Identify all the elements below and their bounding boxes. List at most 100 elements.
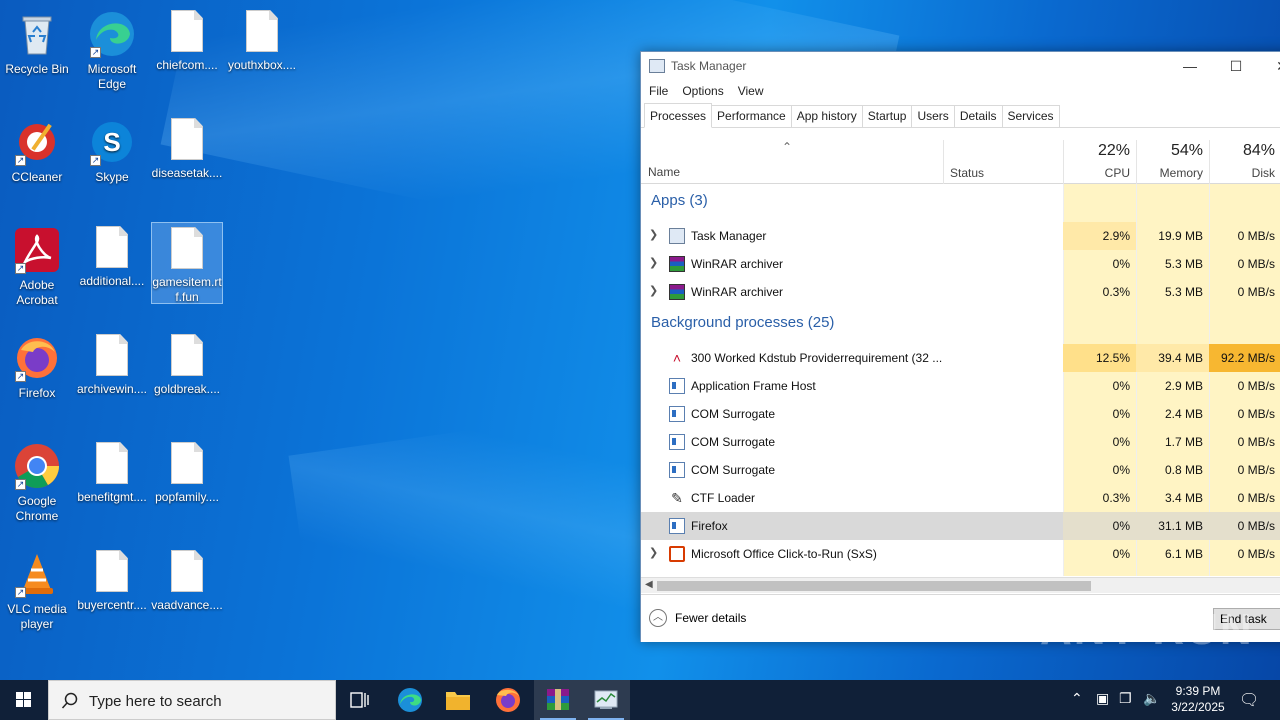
desktop-file-chiefcom[interactable]: chiefcom.... [151, 6, 223, 73]
taskbar-edge[interactable] [386, 680, 434, 720]
chevron-right-icon[interactable]: ❯ [649, 256, 658, 269]
process-disk: 0 MB/s [1237, 285, 1275, 299]
table-row[interactable]: ˄ 300 Worked Kdstub Providerrequirement … [641, 344, 1280, 372]
menu-view[interactable]: View [738, 84, 764, 98]
column-memory-label: Memory [1159, 166, 1203, 180]
tab-app-history[interactable]: App history [790, 105, 863, 127]
network-icon[interactable]: ❐ [1119, 690, 1132, 707]
minimize-button[interactable]: — [1167, 52, 1213, 80]
desktop-icon-skype[interactable]: S ↗ Skype [76, 114, 148, 185]
volume-icon[interactable]: 🔈 [1143, 690, 1160, 707]
desktop-file-vaadvance[interactable]: vaadvance.... [151, 546, 223, 613]
svg-text:S: S [103, 127, 120, 157]
winrar-icon [669, 284, 685, 300]
desktop-file-goldbreak[interactable]: goldbreak.... [151, 330, 223, 397]
taskbar: Type here to search ⌃ ▣ ❐ 🔈 9:39 PM 3/22… [0, 680, 1280, 720]
task-view-button[interactable] [336, 680, 384, 720]
desktop-icon-vlc[interactable]: ↗ VLC media player [1, 546, 73, 632]
column-cpu[interactable]: 22% CPU [1063, 140, 1136, 184]
start-button[interactable] [0, 680, 48, 720]
menu-options[interactable]: Options [682, 84, 723, 98]
desktop-icon-firefox[interactable]: ↗ Firefox [1, 330, 73, 401]
table-row[interactable]: ❯ Task Manager 2.9% 19.9 MB 0 MB/s [641, 222, 1280, 250]
chevron-up-icon[interactable]: ⌃ [1071, 690, 1083, 707]
menu-file[interactable]: File [649, 84, 668, 98]
chevron-right-icon[interactable]: ❯ [649, 546, 658, 559]
table-row[interactable]: ❯ WinRAR archiver 0% 5.3 MB 0 MB/s [641, 250, 1280, 278]
file-icon [96, 334, 128, 376]
desktop-file-benefitgmt[interactable]: benefitgmt.... [76, 438, 148, 505]
table-row[interactable]: ❯ WinRAR archiver 0.3% 5.3 MB 0 MB/s [641, 278, 1280, 306]
process-cpu: 0% [1063, 512, 1136, 540]
file-icon [171, 10, 203, 52]
taskbar-winrar[interactable] [534, 680, 582, 720]
window-process-icon [669, 518, 685, 534]
process-disk: 0 MB/s [1237, 463, 1275, 477]
window-title: Task Manager [671, 59, 747, 73]
desktop-icon-ccleaner[interactable]: ↗ CCleaner [1, 114, 73, 185]
process-memory: 3.4 MB [1164, 491, 1203, 505]
column-disk[interactable]: 84% Disk [1209, 140, 1280, 184]
desktop-icon-label: Google Chrome [15, 494, 59, 523]
taskbar-task-manager[interactable] [582, 680, 630, 720]
scrollbar-thumb[interactable] [657, 581, 1091, 591]
chevron-right-icon[interactable]: ❯ [649, 284, 658, 297]
file-icon [96, 226, 128, 268]
fewer-details-button[interactable]: ︿ Fewer details [649, 609, 746, 627]
notifications-icon[interactable]: 🗨 [1239, 690, 1259, 710]
desktop-icon-microsoft-edge[interactable]: ↗ Microsoft Edge [76, 6, 148, 92]
maximize-button[interactable]: ☐ [1213, 52, 1259, 80]
clock[interactable]: 9:39 PM 3/22/2025 [1166, 683, 1230, 715]
process-memory: 5.3 MB [1164, 257, 1203, 271]
windows-logo-icon [16, 692, 31, 707]
watermark: ANY RUN [1040, 605, 1254, 654]
horizontal-scrollbar[interactable]: ◀ [641, 577, 1280, 593]
office-icon [669, 546, 685, 562]
desktop-file-youthxbox[interactable]: youthxbox.... [226, 6, 298, 73]
desktop-file-popfamily[interactable]: popfamily.... [151, 438, 223, 505]
column-status[interactable]: Status [943, 140, 1063, 184]
close-button[interactable]: ✕ [1259, 52, 1280, 80]
desktop-file-diseasetak[interactable]: diseasetak.... [151, 114, 223, 181]
tab-bar: Processes Performance App history Startu… [641, 102, 1280, 128]
table-row[interactable]: COM Surrogate 0% 1.7 MB 0 MB/s [641, 428, 1280, 456]
desktop-icon-recycle-bin[interactable]: Recycle Bin [1, 6, 73, 77]
process-disk: 0 MB/s [1237, 491, 1275, 505]
process-cpu: 2.9% [1063, 222, 1136, 250]
column-memory[interactable]: 54% Memory [1136, 140, 1209, 184]
taskbar-firefox[interactable] [484, 680, 532, 720]
desktop-file-additional[interactable]: additional.... [76, 222, 148, 289]
table-row[interactable]: Application Frame Host 0% 2.9 MB 0 MB/s [641, 372, 1280, 400]
table-row-selected[interactable]: Firefox 0% 31.1 MB 0 MB/s [641, 512, 1280, 540]
table-row[interactable]: ❯ Microsoft Office Click-to-Run (SxS) 0%… [641, 540, 1280, 568]
process-name: COM Surrogate [691, 463, 776, 477]
process-cpu: 12.5% [1063, 344, 1136, 372]
desktop-file-archivewin[interactable]: archivewin.... [76, 330, 148, 397]
tab-startup[interactable]: Startup [861, 105, 913, 127]
desktop-file-gamesitem[interactable]: gamesitem.rtf.fun [151, 222, 223, 304]
desktop-file-buyercentr[interactable]: buyercentr.... [76, 546, 148, 613]
desktop-icon-google-chrome[interactable]: ↗ Google Chrome [1, 438, 73, 524]
column-name[interactable]: Name [648, 165, 680, 179]
scroll-left-icon[interactable]: ◀ [645, 579, 653, 590]
tab-processes[interactable]: Processes [644, 103, 713, 128]
pen-icon: ✎ [671, 490, 683, 506]
desktop-icon-label: youthxbox.... [227, 58, 297, 72]
file-icon [171, 550, 203, 592]
table-row[interactable]: COM Surrogate 0% 0.8 MB 0 MB/s [641, 456, 1280, 484]
group-label: Background processes (25) [651, 314, 835, 331]
search-box[interactable]: Type here to search [48, 680, 336, 720]
chevron-right-icon[interactable]: ❯ [649, 228, 658, 241]
file-icon [171, 227, 203, 269]
tab-services[interactable]: Services [1001, 105, 1060, 127]
tab-details[interactable]: Details [953, 105, 1003, 127]
table-row[interactable]: ✎ CTF Loader 0.3% 3.4 MB 0 MB/s [641, 484, 1280, 512]
tab-performance[interactable]: Performance [711, 105, 792, 127]
desktop-icon-adobe-acrobat[interactable]: ↗ Adobe Acrobat [1, 222, 73, 308]
taskbar-file-explorer[interactable] [434, 680, 482, 720]
desktop-icon-label: CCleaner [11, 170, 63, 184]
tab-users[interactable]: Users [911, 105, 955, 127]
desktop-icon-label: VLC media player [7, 602, 67, 631]
table-row[interactable]: COM Surrogate 0% 2.4 MB 0 MB/s [641, 400, 1280, 428]
security-icon[interactable]: ▣ [1096, 690, 1109, 707]
